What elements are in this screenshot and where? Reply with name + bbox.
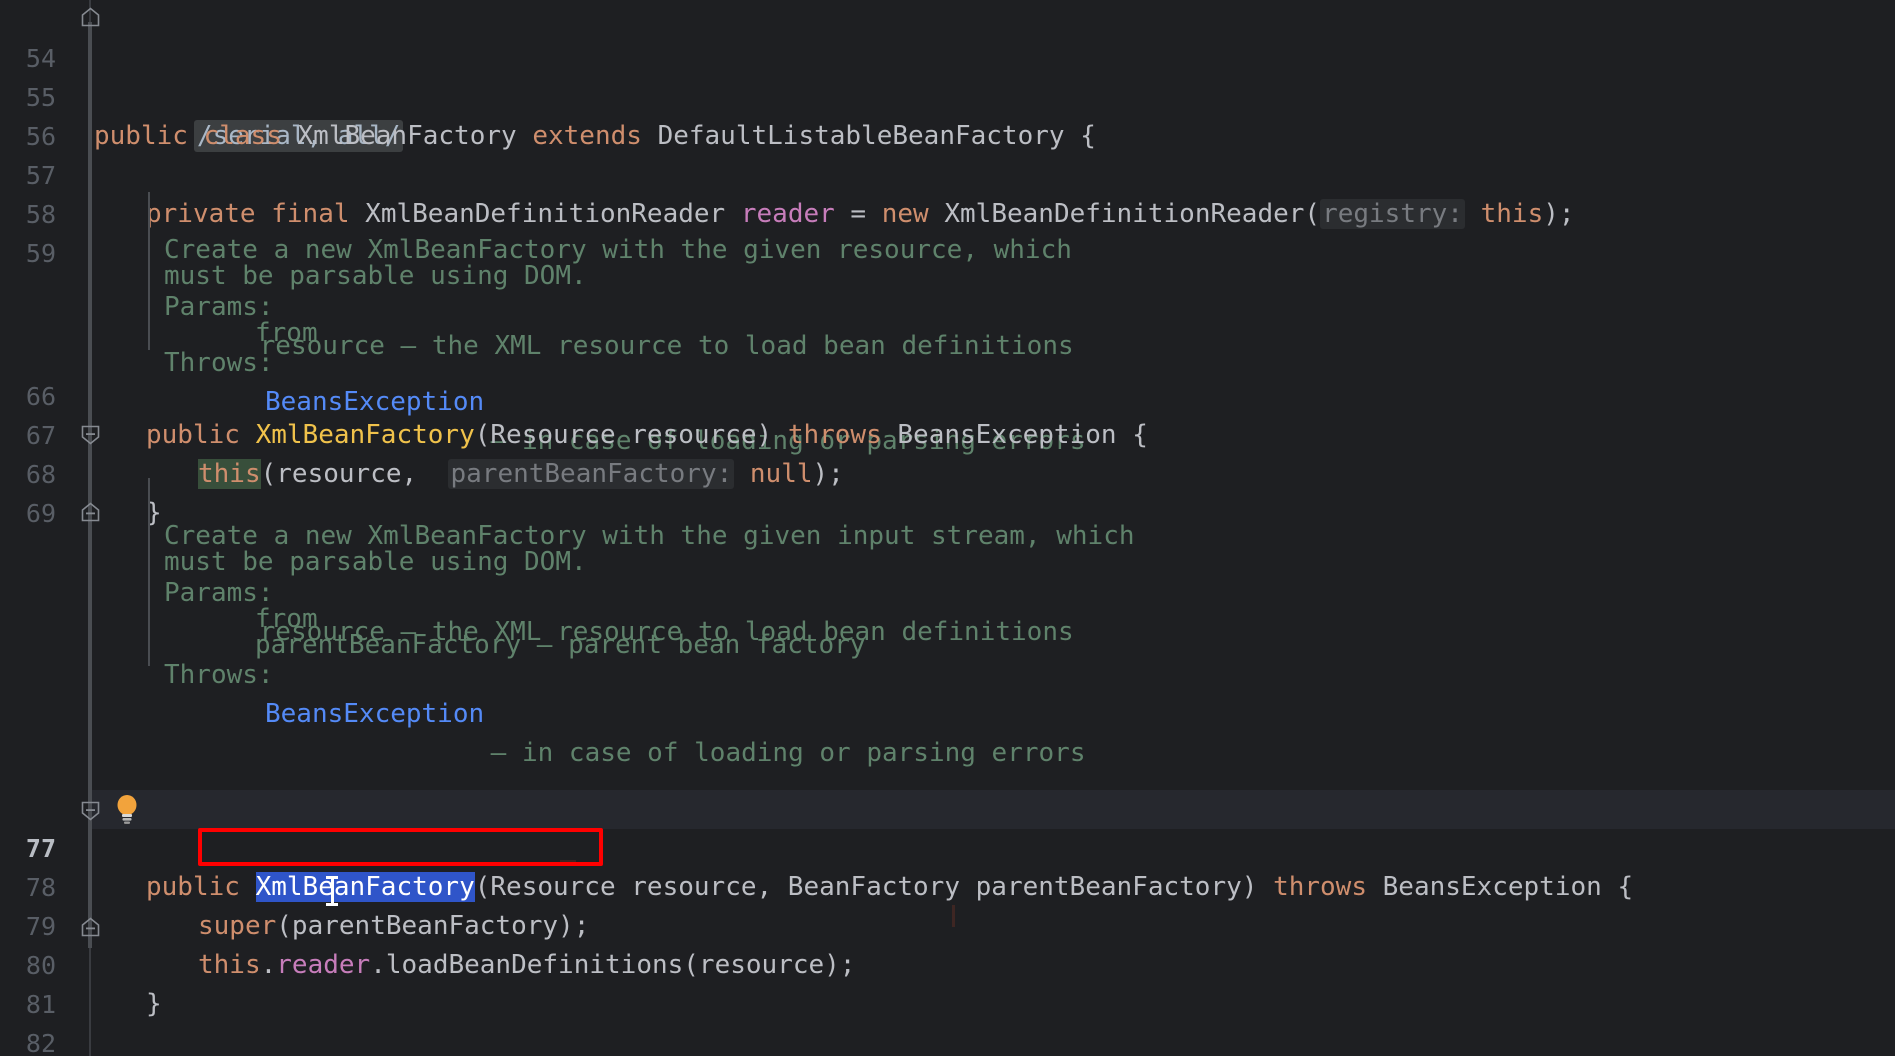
code-line-55[interactable]: 55 public class XmlBeanFactory extends D… xyxy=(0,39,1895,151)
inspection-mark xyxy=(952,905,955,927)
javadoc-throws-label: Throws: xyxy=(164,660,274,690)
code-line-79[interactable]: 79 this.reader.loadBeanDefinitions(resou… xyxy=(0,868,1895,980)
code-line-83[interactable]: 83 xyxy=(0,1024,1895,1056)
code-line-82[interactable]: 82 } xyxy=(0,985,1895,1056)
code-line-68[interactable]: 68 } xyxy=(0,416,1895,528)
code-line-57[interactable]: 57 private final XmlBeanDefinitionReader… xyxy=(0,117,1895,229)
javadoc-2-throws: Throws: BeansException – in case of load… xyxy=(0,617,1895,768)
inspection-mark xyxy=(560,860,576,863)
code-line-81[interactable]: 81 xyxy=(0,946,1895,1019)
code-line-56[interactable]: 56 xyxy=(0,78,1895,151)
code-line-80[interactable]: 80 } xyxy=(0,907,1895,1019)
code-line-54[interactable]: 54 /serial, all/ xyxy=(0,0,1895,152)
javadoc-throws-link[interactable]: BeansException xyxy=(265,695,484,734)
text-ibeam-cursor xyxy=(326,876,338,906)
code-line-58[interactable]: 58 xyxy=(0,156,1895,229)
code-line-67[interactable]: 67 this(resource, parentBeanFactory: nul… xyxy=(0,377,1895,489)
code-editor[interactable]: 54 /serial, all/ 55 public class XmlBean… xyxy=(0,0,1895,1056)
code-line-77[interactable]: 77 public XmlBeanFactory(Resource resour… xyxy=(0,790,1895,902)
code-line-66[interactable]: 66 public XmlBeanFactory(Resource resour… xyxy=(0,338,1895,450)
javadoc-throws-text: – in case of loading or parsing errors xyxy=(475,738,1086,768)
code-line-78[interactable]: 78 super(parentBeanFactory); xyxy=(0,829,1895,941)
